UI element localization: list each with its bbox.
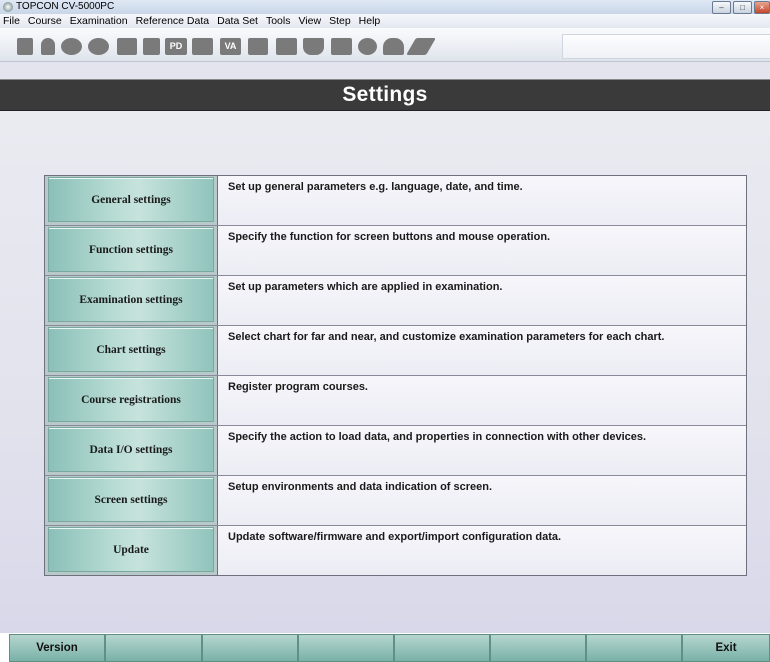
- settings-row-data-io: Data I/O settings Specify the action to …: [45, 425, 746, 475]
- data-io-settings-description: Specify the action to load data, and pro…: [217, 426, 746, 475]
- settings-row-course: Course registrations Register program co…: [45, 375, 746, 425]
- menu-bar: File Course Examination Reference Data Data …: [0, 14, 770, 28]
- function-key-3[interactable]: [202, 634, 298, 662]
- settings-row-update: Update Update software/firmware and expo…: [45, 525, 746, 575]
- app-icon: [3, 2, 13, 12]
- menu-tools[interactable]: Tools: [262, 14, 295, 28]
- settings-row-screen: Screen settings Setup environments and d…: [45, 475, 746, 525]
- settings-row-examination: Examination settings Set up parameters w…: [45, 275, 746, 325]
- menu-file[interactable]: File: [0, 14, 24, 28]
- general-settings-button[interactable]: General settings: [48, 177, 214, 222]
- maximize-button[interactable]: □: [733, 1, 752, 14]
- window-controls: – □ ×: [710, 0, 770, 14]
- settings-row-function: Function settings Specify the function f…: [45, 225, 746, 275]
- user-icon[interactable]: [383, 38, 404, 55]
- keyboard-icon[interactable]: [117, 38, 137, 55]
- page-header: Settings: [0, 79, 770, 111]
- monitor-icon[interactable]: [192, 38, 213, 55]
- course-registrations-button[interactable]: Course registrations: [48, 377, 214, 422]
- settings-row-chart: Chart settings Select chart for far and …: [45, 325, 746, 375]
- data-io-settings-button[interactable]: Data I/O settings: [48, 427, 214, 472]
- menu-reference-data[interactable]: Reference Data: [132, 14, 214, 28]
- chart-settings-button[interactable]: Chart settings: [48, 327, 214, 372]
- function-key-4[interactable]: [298, 634, 394, 662]
- course-registrations-description: Register program courses.: [217, 376, 746, 425]
- function-key-2[interactable]: [105, 634, 202, 662]
- toolbar: PD VA: [0, 28, 770, 62]
- function-key-5[interactable]: [394, 634, 490, 662]
- folder-icon[interactable]: [143, 38, 160, 55]
- minimize-button[interactable]: –: [712, 1, 731, 14]
- function-key-7[interactable]: [586, 634, 682, 662]
- examination-settings-description: Set up parameters which are applied in e…: [217, 276, 746, 325]
- menu-course[interactable]: Course: [24, 14, 66, 28]
- menu-data-set[interactable]: Data Set: [213, 14, 262, 28]
- update-description: Update software/firmware and export/impo…: [217, 526, 746, 575]
- lens-meter-icon[interactable]: [88, 38, 109, 55]
- settings-list: General settings Set up general paramete…: [44, 175, 747, 576]
- function-settings-description: Specify the function for screen buttons …: [217, 226, 746, 275]
- bottom-bar: Version Exit: [0, 633, 770, 662]
- prescription-icon[interactable]: [248, 38, 268, 55]
- version-button[interactable]: Version: [9, 634, 105, 662]
- menu-examination[interactable]: Examination: [66, 14, 132, 28]
- menu-step[interactable]: Step: [325, 14, 355, 28]
- comment-icon[interactable]: [303, 38, 324, 55]
- settings-row-general: General settings Set up general paramete…: [45, 176, 746, 225]
- lens-icon[interactable]: [61, 38, 82, 55]
- print-icon[interactable]: [276, 38, 297, 55]
- exit-button[interactable]: Exit: [682, 634, 770, 662]
- chart-settings-description: Select chart for far and near, and custo…: [217, 326, 746, 375]
- book-icon[interactable]: [331, 38, 352, 55]
- patient-icon[interactable]: [41, 38, 55, 55]
- general-settings-description: Set up general parameters e.g. language,…: [217, 176, 746, 225]
- window-title: TOPCON CV-5000PC: [16, 1, 115, 12]
- va-chart-icon[interactable]: VA: [220, 38, 241, 55]
- record-icon[interactable]: [358, 38, 377, 55]
- screen-settings-description: Setup environments and data indication o…: [217, 476, 746, 525]
- function-settings-button[interactable]: Function settings: [48, 227, 214, 272]
- pd-icon[interactable]: PD: [165, 38, 187, 55]
- page-title: Settings: [342, 83, 428, 106]
- device-icon[interactable]: [17, 38, 33, 55]
- toolbar-empty-area: [562, 34, 770, 59]
- menu-help[interactable]: Help: [355, 14, 385, 28]
- function-key-6[interactable]: [490, 634, 586, 662]
- examination-settings-button[interactable]: Examination settings: [48, 277, 214, 322]
- menu-view[interactable]: View: [294, 14, 325, 28]
- screen-settings-button[interactable]: Screen settings: [48, 477, 214, 522]
- settings-panel: General settings Set up general paramete…: [0, 111, 770, 633]
- update-button[interactable]: Update: [48, 527, 214, 572]
- close-button[interactable]: ×: [754, 1, 770, 14]
- title-bar: TOPCON CV-5000PC – □ ×: [0, 0, 770, 14]
- wrench-icon[interactable]: [406, 38, 436, 55]
